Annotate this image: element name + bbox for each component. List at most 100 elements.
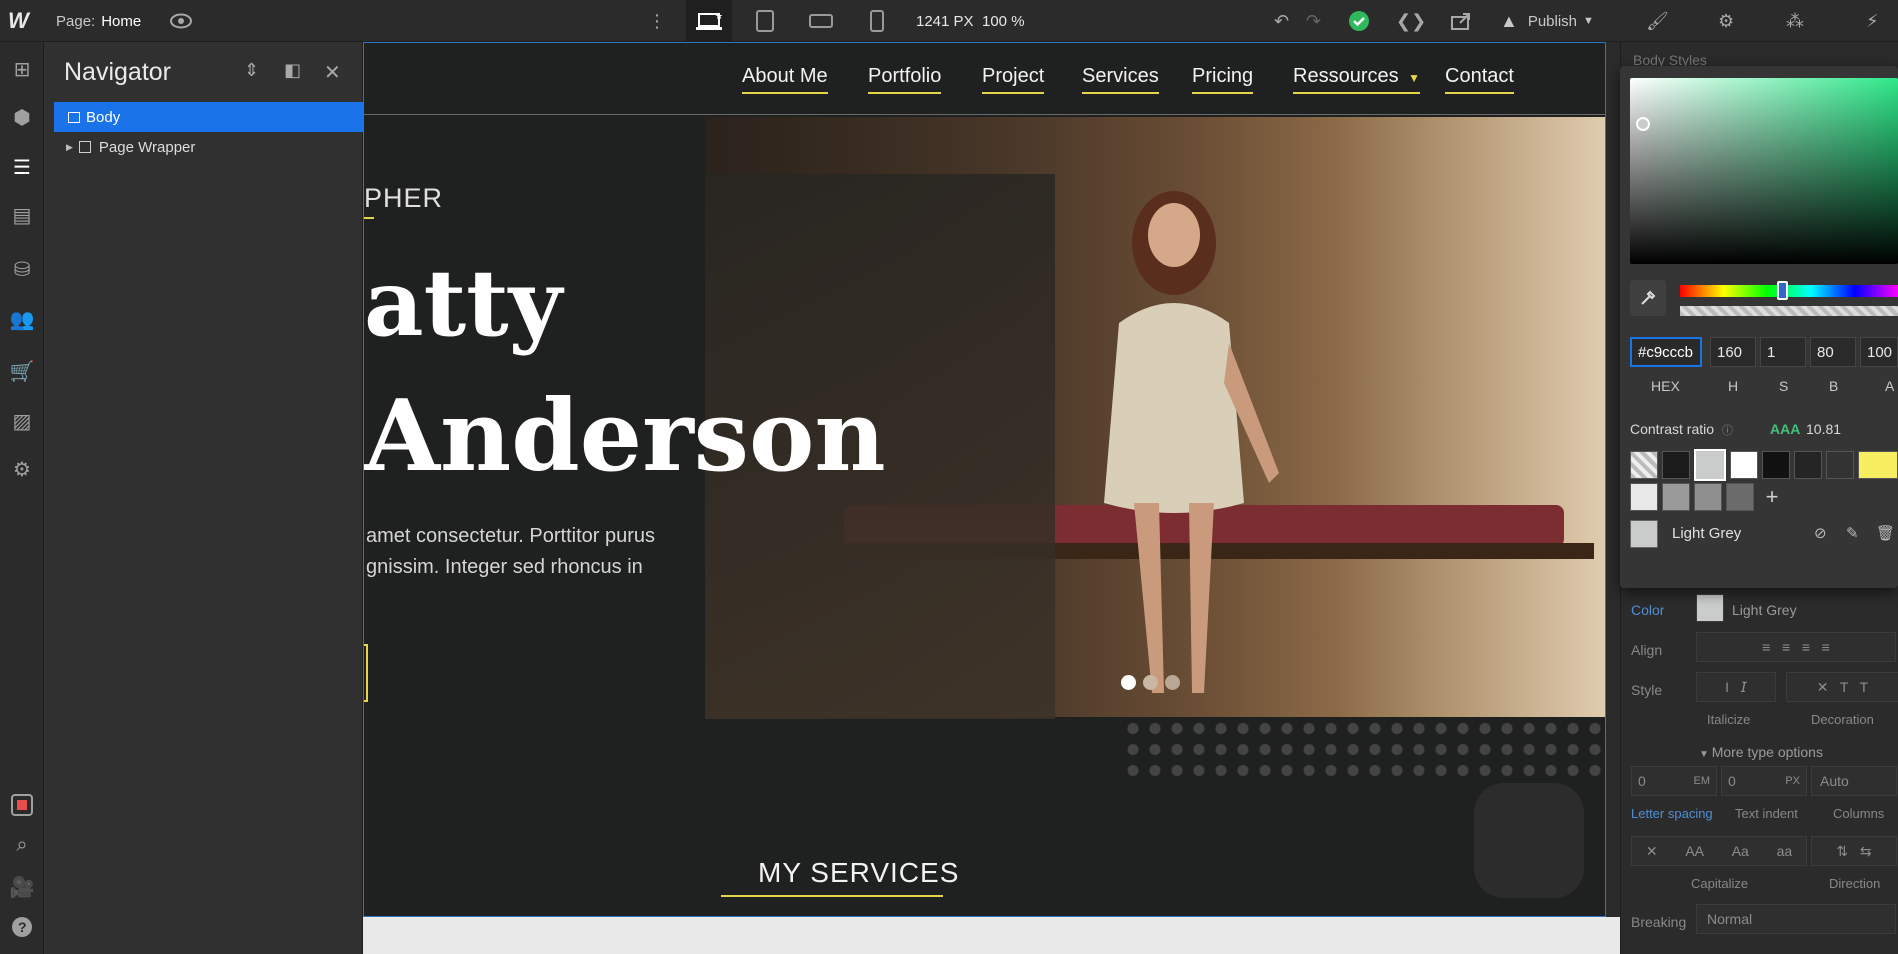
close-icon[interactable]: ✕: [324, 60, 341, 85]
swatch-yellow[interactable]: [1858, 451, 1898, 479]
slider-dot-1[interactable]: [1121, 675, 1136, 690]
navigator-icon[interactable]: ☰: [0, 148, 44, 186]
design-canvas[interactable]: About Me Portfolio Project Services Pric…: [363, 42, 1606, 917]
saturation-input[interactable]: 1: [1760, 337, 1806, 367]
swatch-grey-3[interactable]: [1726, 483, 1754, 511]
cap-upper-option[interactable]: AA: [1685, 843, 1704, 859]
more-type-options-toggle[interactable]: ▼ More type options: [1699, 744, 1823, 760]
preview-eye-icon[interactable]: [170, 0, 192, 42]
info-icon[interactable]: ⓘ: [1722, 425, 1733, 437]
right-panel-tabs: 🖌 ⚙ ⁂ ⚡: [1620, 0, 1898, 42]
nav-dropdown-ressources[interactable]: Ressources ▼: [1293, 65, 1421, 94]
breaking-select[interactable]: Normal: [1696, 904, 1896, 934]
slider-dot-2[interactable]: [1143, 675, 1158, 690]
users-icon[interactable]: 👥: [0, 300, 44, 338]
nav-link-pricing[interactable]: Pricing: [1192, 65, 1254, 94]
alpha-slider[interactable]: [1680, 306, 1898, 316]
text-indent-input[interactable]: 0 PX: [1721, 766, 1807, 796]
lightning-icon[interactable]: ⚡: [1866, 0, 1879, 42]
swatch-white[interactable]: [1730, 451, 1758, 479]
publish-button[interactable]: ▲ Publish ▼: [1500, 0, 1594, 42]
letter-spacing-input[interactable]: 0 EM: [1631, 766, 1717, 796]
slider-dot-3[interactable]: [1165, 675, 1180, 690]
swatch-black[interactable]: [1662, 451, 1690, 479]
nav-link-contact[interactable]: Contact: [1445, 65, 1514, 94]
page-selector[interactable]: Page: Home: [56, 0, 141, 42]
columns-input[interactable]: Auto: [1811, 766, 1897, 796]
caret-right-icon[interactable]: ▶: [66, 142, 73, 153]
cap-title-option[interactable]: Aa: [1732, 843, 1749, 859]
brightness-input[interactable]: 80: [1810, 337, 1856, 367]
hex-input[interactable]: #c9cccb: [1630, 337, 1702, 367]
add-icon[interactable]: ⊞: [0, 50, 44, 88]
help-icon[interactable]: ?: [0, 908, 44, 946]
color-swatch-field[interactable]: [1696, 594, 1724, 622]
nav-link-services[interactable]: Services: [1082, 65, 1159, 94]
style-brush-icon[interactable]: 🖌: [1646, 0, 1669, 42]
swatch-grey-1[interactable]: [1662, 483, 1690, 511]
direction-buttons[interactable]: ⇅ ⇆: [1811, 836, 1897, 866]
hue-handle[interactable]: [1777, 281, 1788, 300]
nav-link-portfolio[interactable]: Portfolio: [868, 65, 942, 94]
video-tutorial-icon[interactable]: 🎥: [0, 868, 44, 906]
nav-link-project[interactable]: Project: [982, 65, 1045, 94]
audit-icon[interactable]: [0, 786, 44, 824]
redo-icon[interactable]: ↷: [1306, 0, 1321, 42]
assets-icon[interactable]: ▨: [0, 402, 44, 440]
settings-gear-icon[interactable]: ⚙: [1718, 0, 1734, 42]
nav-link-about[interactable]: About Me: [742, 65, 828, 94]
ecommerce-cart-icon[interactable]: 🛒: [0, 352, 44, 390]
export-icon[interactable]: [1450, 0, 1472, 42]
eyedropper-icon[interactable]: [1630, 280, 1666, 316]
canvas-width: 1241 PX: [916, 12, 974, 30]
eyebrow-underline: [364, 217, 374, 219]
hue-input[interactable]: 160: [1710, 337, 1756, 367]
detach-swatch-icon[interactable]: ⊘: [1814, 524, 1827, 542]
add-swatch-icon[interactable]: +: [1758, 483, 1786, 511]
alpha-input[interactable]: 100: [1860, 337, 1898, 367]
dock-panel-icon[interactable]: ◧: [284, 60, 301, 81]
services-title-underline: [721, 895, 943, 897]
desktop-breakpoint-icon[interactable]: ★: [686, 0, 732, 42]
undo-icon[interactable]: ↶: [1274, 0, 1289, 42]
swatch-dark-2[interactable]: [1794, 451, 1822, 479]
search-icon[interactable]: ⌕: [0, 826, 44, 864]
italic-toggle[interactable]: I 𝘐: [1696, 672, 1776, 702]
pages-icon[interactable]: ▤: [0, 196, 44, 234]
settings-icon[interactable]: ⚙: [0, 450, 44, 488]
color-prop-value[interactable]: Light Grey: [1732, 602, 1797, 618]
swatch-transparent[interactable]: [1630, 451, 1658, 479]
swatch-dark-3[interactable]: [1826, 451, 1854, 479]
swatch-grey-2[interactable]: [1694, 483, 1722, 511]
code-icon[interactable]: ❮❯: [1396, 0, 1426, 42]
edit-pencil-icon[interactable]: ✎: [1846, 524, 1859, 542]
tree-item-label: Body: [86, 108, 121, 126]
cap-none-icon[interactable]: ✕: [1646, 843, 1658, 860]
align-buttons[interactable]: ≡ ≡ ≡ ≡: [1696, 632, 1896, 662]
saturation-brightness-area[interactable]: [1630, 78, 1898, 264]
mobile-portrait-breakpoint-icon[interactable]: [854, 0, 900, 42]
interactions-icon[interactable]: ⁂: [1786, 0, 1804, 42]
mobile-landscape-breakpoint-icon[interactable]: [798, 0, 844, 42]
cms-database-icon[interactable]: ⛁: [0, 250, 44, 288]
active-swatch: [1630, 520, 1658, 548]
hue-slider[interactable]: [1680, 285, 1898, 297]
align-label: Align: [1631, 642, 1663, 658]
cap-lower-option[interactable]: aa: [1777, 843, 1793, 859]
decoration-toggle[interactable]: ✕ T T: [1786, 672, 1898, 702]
expand-collapse-icon[interactable]: ⇕: [244, 60, 259, 81]
hero-button-edge[interactable]: [364, 644, 368, 702]
color-handle[interactable]: [1636, 117, 1650, 131]
tree-item-page-wrapper[interactable]: ▶ Page Wrapper: [66, 132, 195, 162]
delete-trash-icon[interactable]: 🗑: [1876, 524, 1895, 542]
tablet-breakpoint-icon[interactable]: [742, 0, 788, 42]
capitalize-buttons[interactable]: ✕ AA Aa aa: [1631, 836, 1807, 866]
tree-item-body[interactable]: Body: [54, 102, 363, 132]
swatch-dark-1[interactable]: [1762, 451, 1790, 479]
hex-label: HEX: [1651, 378, 1680, 394]
components-box-icon[interactable]: ⬢: [0, 98, 44, 136]
more-vertical-icon[interactable]: ⋮: [648, 0, 666, 42]
swatch-light-grey-selected[interactable]: [1694, 449, 1726, 481]
webflow-logo[interactable]: W: [8, 0, 29, 42]
swatch-off-white[interactable]: [1630, 483, 1658, 511]
